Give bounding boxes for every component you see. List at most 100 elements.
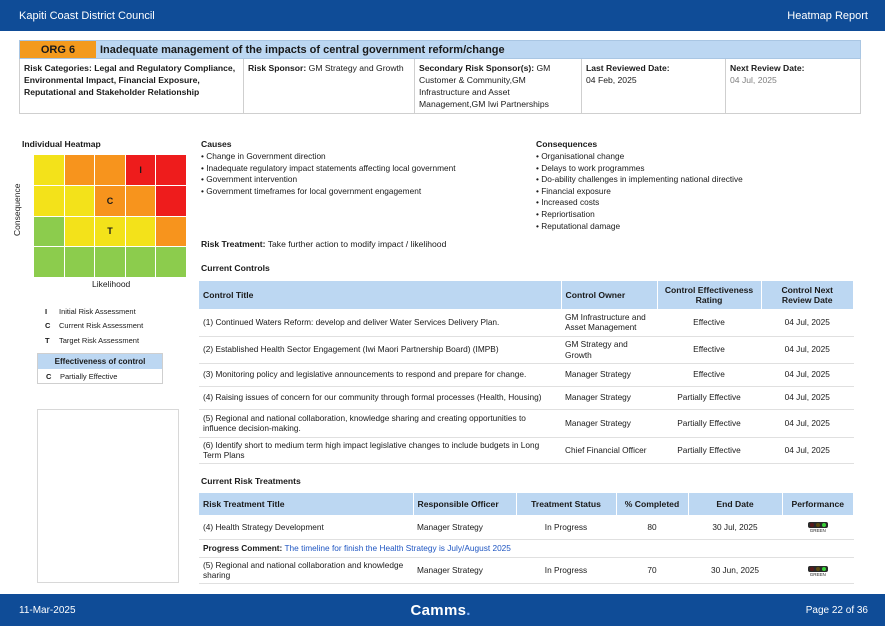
table-row: (6) Identify short to medium term high i… — [199, 437, 854, 464]
heatmap-cell — [64, 247, 95, 277]
heatmap-cell — [156, 185, 186, 216]
traffic-light-icon: GREEN — [807, 522, 828, 534]
col-effectiveness: Control Effectiveness Rating — [657, 281, 762, 309]
col-status: Treatment Status — [516, 493, 617, 515]
risk-meta: Risk Categories: Legal and Regulatory Co… — [19, 59, 861, 114]
treatment-performance-cell: GREEN — [782, 557, 854, 584]
legend-key: C — [45, 321, 51, 331]
risk-sponsor-value: GM Strategy and Growth — [308, 63, 404, 73]
table-row: (3) Monitoring policy and legislative an… — [199, 363, 854, 387]
risk-categories: Risk Categories: Legal and Regulatory Co… — [20, 59, 244, 113]
treatments-header-row: Risk Treatment Title Responsible Officer… — [199, 493, 854, 515]
heatmap-x-axis-label: Likelihood — [92, 279, 131, 289]
treatment-end-cell: 30 Jul, 2025 — [688, 515, 782, 540]
heatmap-cell — [64, 155, 95, 185]
treatment-completed-cell: 70 — [616, 557, 688, 584]
legend-item: I Initial Risk Assessment — [37, 304, 167, 319]
risk-categories-label: Risk Categories: — [24, 63, 92, 73]
control-rating-cell: Partially Effective — [657, 409, 761, 438]
risk-code: ORG 6 — [20, 41, 96, 58]
heatmap-cell — [95, 155, 125, 185]
consequence-item: Financial exposure — [536, 186, 856, 198]
next-review-label: Next Review Date: — [730, 63, 805, 73]
heatmap-grid: I C T — [34, 155, 186, 277]
col-officer: Responsible Officer — [413, 493, 517, 515]
heatmap-cell: C — [95, 185, 125, 216]
col-control-owner: Control Owner — [561, 281, 658, 309]
control-date-cell: 04 Jul, 2025 — [761, 336, 854, 364]
performance-label: GREEN — [809, 571, 826, 577]
consequence-item: Delays to work programmes — [536, 163, 856, 175]
controls-header-row: Control Title Control Owner Control Effe… — [199, 281, 854, 309]
heatmap-marker: T — [107, 226, 113, 237]
effectiveness-title: Effectiveness of control — [38, 354, 162, 369]
control-date-cell: 04 Jul, 2025 — [761, 363, 854, 387]
control-owner-cell: Manager Strategy — [561, 386, 657, 410]
consequences-title: Consequences — [536, 139, 598, 149]
last-reviewed: Last Reviewed Date: 04 Feb, 2025 — [582, 59, 726, 113]
col-control-title: Control Title — [199, 281, 562, 309]
legend-text: Initial Risk Assessment — [59, 306, 136, 316]
heatmap-cell — [34, 247, 64, 277]
heatmap-cell — [125, 247, 156, 277]
heatmap-title: Individual Heatmap — [22, 139, 101, 149]
legend-text: Target Risk Assessment — [59, 335, 140, 345]
col-treatment-title: Risk Treatment Title — [199, 493, 414, 515]
legend-item: C Current Risk Assessment — [37, 319, 167, 334]
camms-logo: Camms. — [411, 602, 471, 619]
heatmap-cell — [34, 185, 64, 216]
heatmap-cell — [156, 247, 186, 277]
heatmap-cell — [125, 185, 156, 216]
cause-item: Government timeframes for local governme… — [201, 186, 521, 198]
next-review: Next Review Date: 04 Jul, 2025 — [726, 59, 860, 113]
effectiveness-key: C — [46, 372, 52, 381]
control-rating-cell: Effective — [657, 309, 761, 337]
causes-title: Causes — [201, 139, 232, 149]
causes-list: Change in Government direction Inadequat… — [201, 151, 521, 197]
controls-title: Current Controls — [201, 263, 270, 273]
treatments-table: Risk Treatment Title Responsible Officer… — [199, 493, 854, 584]
table-row: (1) Continued Waters Reform: develop and… — [199, 309, 854, 337]
col-end-date: End Date — [688, 493, 783, 515]
heatmap-cell — [95, 247, 125, 277]
control-owner-cell: GM Strategy and Growth — [561, 336, 657, 364]
brand-dot: . — [466, 601, 471, 619]
cause-item: Inadequate regulatory impact statements … — [201, 163, 521, 175]
treatment-title-cell: (4) Health Strategy Development — [199, 515, 413, 540]
treatment-end-cell: 30 Jun, 2025 — [688, 557, 782, 584]
progress-comment: Progress Comment: The timeline for finis… — [199, 539, 854, 558]
risk-treatment: Risk Treatment: Take further action to m… — [201, 239, 446, 249]
table-row: (2) Established Health Sector Engagement… — [199, 336, 854, 364]
risk-sponsor-label: Risk Sponsor: — [248, 63, 307, 73]
heatmap-cell — [64, 185, 95, 216]
treatments-title: Current Risk Treatments — [201, 476, 301, 486]
control-date-cell: 04 Jul, 2025 — [761, 309, 854, 337]
control-rating-cell: Effective — [657, 363, 761, 387]
effectiveness-item: C Partially Effective — [38, 369, 162, 384]
consequences-list: Organisational change Delays to work pro… — [536, 151, 856, 232]
treatment-title-cell: (5) Regional and national collaboration … — [199, 557, 413, 584]
performance-label: GREEN — [809, 528, 826, 534]
traffic-light-icon: GREEN — [807, 565, 828, 578]
control-date-cell: 04 Jul, 2025 — [761, 437, 854, 464]
risk-title: Inadequate management of the impacts of … — [100, 43, 505, 56]
control-title-cell: (4) Raising issues of concern for our co… — [199, 386, 561, 410]
heatmap-cell — [125, 216, 156, 247]
page-number: Page 22 of 36 — [805, 604, 868, 616]
col-completed: % Completed — [616, 493, 689, 515]
heatmap-cell — [34, 216, 64, 247]
control-owner-cell: Manager Strategy — [561, 409, 657, 438]
heatmap-cell — [156, 155, 186, 185]
effectiveness-text: Partially Effective — [60, 372, 118, 381]
control-title-cell: (3) Monitoring policy and legislative an… — [199, 363, 561, 387]
treatment-performance-cell: GREEN — [782, 515, 854, 540]
heatmap-y-axis-label: Consequence — [12, 183, 22, 236]
consequence-item: Reputational damage — [536, 221, 856, 233]
table-row: (5) Regional and national collaboration,… — [199, 409, 854, 438]
progress-comment-label: Progress Comment: — [203, 542, 283, 553]
legend-text: Current Risk Assessment — [59, 321, 144, 331]
control-owner-cell: GM Infrastructure and Asset Management — [561, 309, 657, 337]
cause-item: Government intervention — [201, 174, 521, 186]
heatmap-cell — [64, 216, 95, 247]
consequence-item: Repriortisation — [536, 209, 856, 221]
